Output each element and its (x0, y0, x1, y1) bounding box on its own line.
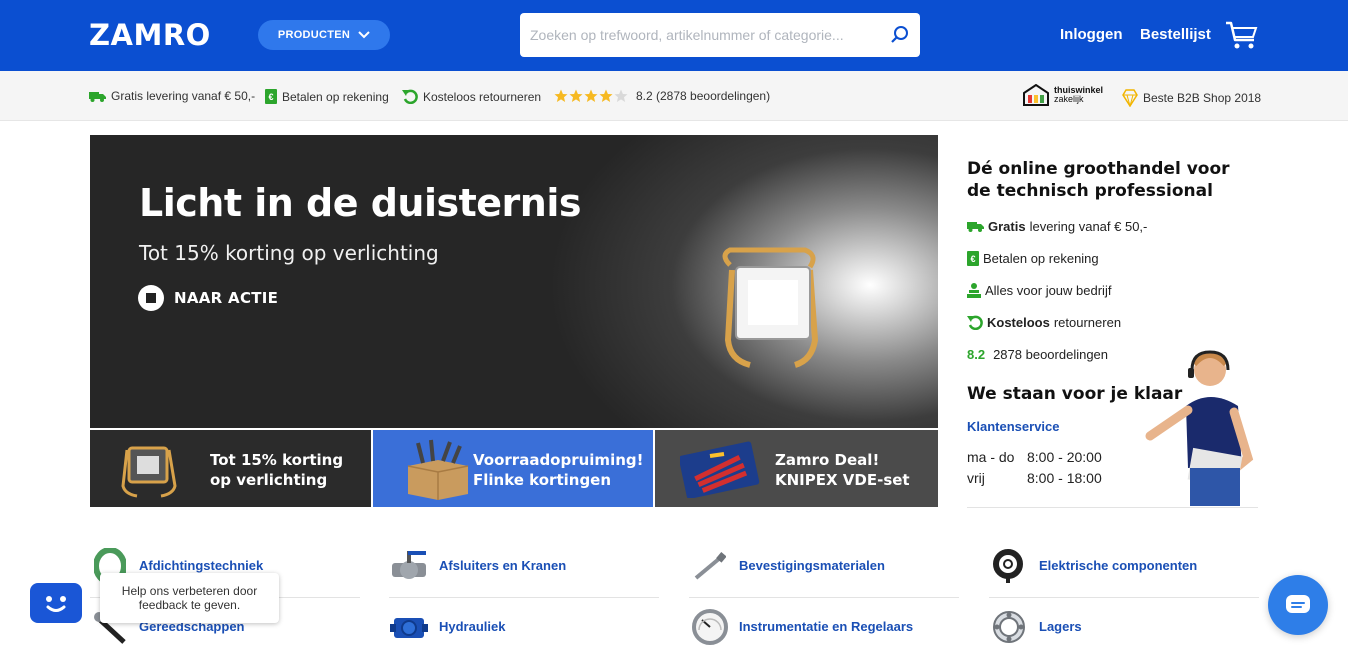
gauge-icon (692, 609, 728, 645)
star-filled-icon (599, 89, 613, 102)
login-link[interactable]: Inloggen (1060, 26, 1123, 43)
usp-returns: Kosteloos retourneren (402, 89, 541, 104)
divider (689, 597, 959, 598)
site-header: ZAMRO PRODUCTEN Inloggen Bestellijst (0, 0, 1348, 71)
products-menu-button[interactable]: PRODUCTEN (258, 20, 390, 50)
usp-bar: Gratis levering vanaf € 50,- € Betalen o… (0, 71, 1348, 121)
usp-rating[interactable]: 8.2 (2878 beoordelingen) (554, 89, 770, 103)
divider (389, 597, 659, 598)
zamro-logo[interactable]: ZAMRO (89, 18, 211, 52)
info-row-rating[interactable]: 8.2 2878 beoordelingen (967, 347, 1108, 362)
tool-box-image (407, 439, 469, 500)
promo-tile-clearance[interactable]: Voorraadopruiming! Flinke kortingen (373, 430, 653, 507)
star-empty-icon (614, 89, 628, 102)
info-row-returns: Kosteloos retourneren (967, 315, 1121, 330)
search-input[interactable] (530, 13, 880, 57)
customer-service-link[interactable]: Klantenservice (967, 419, 1060, 434)
cart-icon[interactable] (1225, 20, 1259, 50)
promo-tile-knipex-deal[interactable]: Zamro Deal! KNIPEX VDE-set (655, 430, 938, 507)
knipex-set-image (680, 441, 760, 498)
customer-service-person-image (1145, 350, 1254, 506)
thuiswinkel-badge[interactable]: thuiswinkel zakelijk (1023, 84, 1103, 106)
category-lagers[interactable]: Lagers (1039, 619, 1082, 634)
hero-cta-button[interactable]: NAAR ACTIE (138, 285, 278, 311)
truck-icon (89, 91, 106, 102)
chat-icon (1286, 595, 1310, 613)
category-bevestigingsmaterialen[interactable]: Bevestigingsmaterialen (739, 558, 885, 573)
best-b2b-badge: Beste B2B Shop 2018 (1122, 89, 1261, 107)
stack-icon (967, 283, 981, 298)
smiley-icon (46, 596, 66, 612)
category-afsluiters-en-kranen[interactable]: Afsluiters en Kranen (439, 558, 566, 573)
cable-icon (993, 549, 1023, 583)
info-title: Dé online groothandel voor de technisch … (967, 159, 1230, 201)
hero-title: Licht in de duisternis (139, 181, 582, 225)
category-hydrauliek[interactable]: Hydrauliek (439, 619, 505, 634)
star-filled-icon (569, 89, 583, 102)
info-panel: Dé online groothandel voor de technisch … (967, 158, 1258, 202)
return-icon (402, 89, 418, 104)
orderlist-link[interactable]: Bestellijst (1140, 26, 1211, 43)
stop-icon (138, 285, 164, 311)
info-row-delivery: Gratis levering vanaf € 50,- (967, 219, 1147, 234)
star-filled-icon (584, 89, 598, 102)
return-icon (967, 315, 983, 330)
bearing-icon (993, 611, 1025, 643)
diamond-icon (1122, 89, 1138, 107)
hero-subtitle: Tot 15% korting op verlichting (139, 241, 439, 265)
floodlight-image (722, 247, 819, 368)
feedback-button[interactable] (30, 583, 82, 623)
rating-stars (554, 89, 628, 103)
chevron-down-icon (358, 31, 370, 39)
promo-tile-lighting[interactable]: Tot 15% korting op verlichting (90, 430, 371, 507)
floodlight-image (121, 446, 177, 498)
info-row-assortment: Alles voor jouw bedrijf (967, 283, 1111, 298)
category-instrumentatie-en-regelaars[interactable]: Instrumentatie en Regelaars (739, 619, 913, 634)
category-elektrische-componenten[interactable]: Elektrische componenten (1039, 558, 1197, 573)
search-icon[interactable] (890, 25, 910, 45)
feedback-tooltip[interactable]: Help ons verbeteren door feedback te gev… (100, 573, 279, 623)
usp-invoice: € Betalen op rekening (265, 89, 389, 104)
chat-button[interactable] (1268, 575, 1328, 635)
search-box (520, 13, 920, 57)
valve-icon (392, 551, 426, 579)
thuiswinkel-logo (1023, 84, 1049, 106)
category-afdichtingstechniek[interactable]: Afdichtingstechniek (139, 558, 263, 573)
invoice-icon: € (967, 251, 979, 266)
rating-score: 8.2 (967, 347, 986, 362)
screw-icon (694, 552, 726, 580)
products-menu-label: PRODUCTEN (277, 29, 351, 41)
truck-icon (967, 222, 984, 232)
svg-text:€: € (268, 92, 273, 102)
hero-banner[interactable]: Licht in de duisternis Tot 15% korting o… (90, 135, 938, 428)
divider (967, 507, 1258, 508)
invoice-icon: € (265, 89, 277, 104)
divider (989, 597, 1259, 598)
star-filled-icon (554, 89, 568, 102)
svg-text:€: € (970, 254, 975, 264)
pump-icon (390, 618, 428, 638)
info-row-invoice: € Betalen op rekening (967, 251, 1099, 266)
usp-free-delivery: Gratis levering vanaf € 50,- (89, 89, 255, 103)
